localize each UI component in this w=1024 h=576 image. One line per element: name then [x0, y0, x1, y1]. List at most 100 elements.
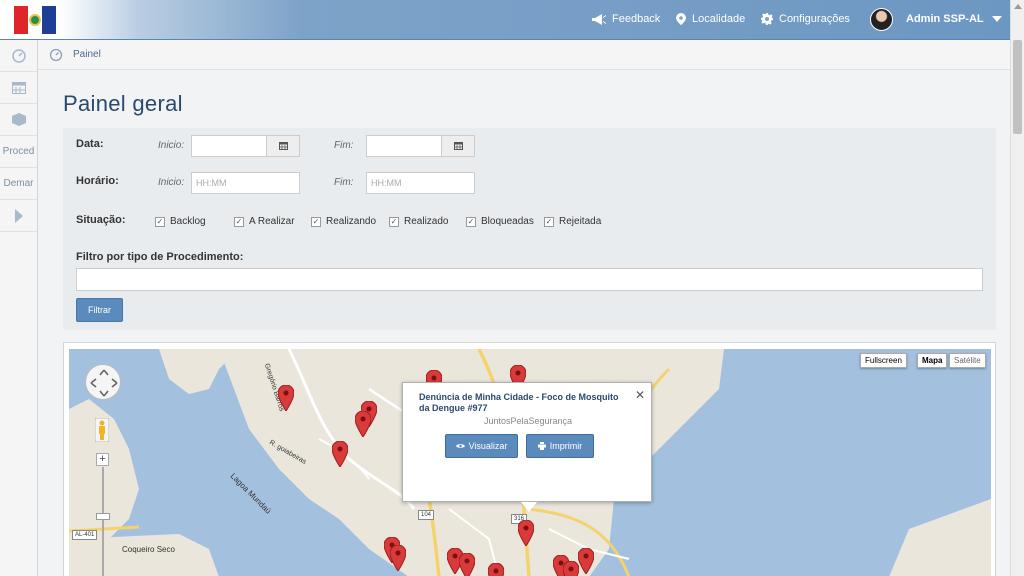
- checkbox-check-icon[interactable]: ✓: [466, 216, 476, 227]
- map-canvas[interactable]: Fullscreen Mapa Satélite + Lagoa Mundaú …: [69, 349, 991, 576]
- close-icon[interactable]: ✕: [635, 388, 645, 402]
- feedback-link[interactable]: Feedback: [592, 13, 660, 25]
- procedimento-input[interactable]: [76, 268, 983, 291]
- map-marker-icon[interactable]: [563, 561, 579, 576]
- map-pan-control[interactable]: [85, 364, 121, 400]
- checkbox-check-icon[interactable]: ✓: [311, 216, 321, 227]
- sidebar: Proced Demar: [0, 40, 38, 576]
- sidebar-item-demandas[interactable]: Demar: [0, 168, 37, 200]
- situacao-realizado-checkbox[interactable]: ✓ Realizado: [389, 216, 448, 227]
- localidade-label: Localidade: [692, 13, 746, 25]
- imprimir-button[interactable]: Imprimir: [526, 434, 594, 458]
- scroll-thumb[interactable]: [1013, 40, 1022, 134]
- mapa-button[interactable]: Mapa: [917, 353, 948, 368]
- popup-subtitle: JuntosPelaSegurança: [483, 416, 573, 426]
- data-inicio-input[interactable]: [191, 135, 267, 157]
- sidebar-item-calendar[interactable]: [0, 72, 37, 104]
- page-title: Painel geral: [63, 91, 183, 116]
- situacao-a-realizar-checkbox[interactable]: ✓ A Realizar: [234, 216, 295, 227]
- eye-icon: [455, 444, 465, 448]
- filtrar-button[interactable]: Filtrar: [76, 298, 123, 322]
- checkbox-check-icon[interactable]: ✓: [234, 216, 244, 227]
- box-icon: [11, 113, 26, 126]
- situacao-label: Situação:: [76, 214, 126, 226]
- top-navbar: Feedback Localidade Configurações Admin …: [0, 0, 1010, 40]
- road-badge-al401: AL-401: [72, 530, 98, 540]
- dashboard-icon: [11, 48, 26, 63]
- visualizar-button[interactable]: Visualizar: [445, 434, 518, 458]
- calendar-icon: [453, 142, 463, 150]
- map-marker-icon[interactable]: [518, 520, 534, 546]
- horario-inicio-input[interactable]: HH:MM: [191, 172, 300, 194]
- map-marker-icon[interactable]: [390, 545, 406, 571]
- zoom-in-button[interactable]: +: [96, 453, 109, 466]
- popup-title: Denúncia de Minha Cidade - Foco de Mosqu…: [419, 392, 619, 413]
- situacao-bloqueadas-checkbox[interactable]: ✓ Bloqueadas: [466, 216, 534, 227]
- imprimir-label: Imprimir: [549, 441, 583, 451]
- checkbox-check-icon[interactable]: ✓: [389, 216, 399, 227]
- filter-panel: Data: Inicio: Fim: Horário: Inicio: HH:M…: [63, 128, 996, 330]
- satelite-button[interactable]: Satélite: [949, 353, 986, 368]
- configuracoes-link[interactable]: Configurações: [761, 13, 850, 25]
- sidebar-item-dashboard[interactable]: [0, 40, 37, 72]
- map-marker-icon[interactable]: [578, 548, 594, 574]
- page-scrollbar[interactable]: [1010, 0, 1024, 576]
- sidebar-expand[interactable]: [0, 200, 37, 232]
- chevron-down-icon[interactable]: [992, 16, 1002, 22]
- checkbox-check-icon[interactable]: ✓: [155, 216, 165, 227]
- situacao-backlog-checkbox[interactable]: ✓ Backlog: [155, 216, 206, 227]
- expand-arrow-icon: [14, 208, 23, 223]
- situacao-option-label: A Realizar: [249, 216, 295, 227]
- map-pin-icon: [676, 13, 686, 25]
- calendar-icon: [11, 82, 26, 94]
- zoom-slider-thumb[interactable]: [96, 513, 110, 520]
- demand-label: Demar: [3, 178, 34, 189]
- map-marker-icon[interactable]: [459, 553, 475, 576]
- map-marker-icon[interactable]: [278, 385, 294, 411]
- data-inicio-calendar-button[interactable]: [266, 135, 300, 157]
- procedimento-label: Filtro por tipo de Procedimento:: [76, 251, 244, 263]
- data-inicio-label: Inicio:: [158, 140, 185, 151]
- situacao-realizando-checkbox[interactable]: ✓ Realizando: [311, 216, 376, 227]
- map-marker-icon[interactable]: [488, 563, 504, 576]
- situacao-rejeitada-checkbox[interactable]: ✓ Rejeitada: [544, 216, 601, 227]
- configuracoes-label: Configurações: [779, 13, 850, 25]
- situacao-option-label: Realizando: [326, 216, 377, 227]
- fullscreen-button[interactable]: Fullscreen: [860, 353, 907, 368]
- situacao-option-label: Backlog: [170, 216, 206, 227]
- localidade-link[interactable]: Localidade: [676, 13, 745, 25]
- situacao-option-label: Realizado: [404, 216, 449, 227]
- horario-fim-label: Fim:: [334, 177, 354, 188]
- scroll-up-icon[interactable]: [1014, 4, 1022, 9]
- zoom-slider[interactable]: [102, 467, 104, 576]
- data-fim-calendar-button[interactable]: [441, 135, 475, 157]
- checkbox-check-icon[interactable]: ✓: [544, 216, 554, 227]
- horario-fim-input[interactable]: HH:MM: [366, 172, 475, 194]
- sidebar-item-box[interactable]: [0, 104, 37, 136]
- horario-label: Horário:: [76, 175, 119, 187]
- dashboard-icon: [49, 48, 63, 61]
- map-marker-icon[interactable]: [355, 411, 371, 437]
- road-badge-104: 104: [418, 510, 435, 520]
- pegman-icon[interactable]: [95, 418, 109, 442]
- feedback-label: Feedback: [612, 13, 661, 25]
- sidebar-item-procedimentos[interactable]: Proced: [0, 136, 37, 168]
- gear-icon: [761, 13, 773, 25]
- data-label: Data:: [76, 138, 104, 150]
- user-name[interactable]: Admin SSP-AL: [906, 13, 984, 25]
- data-fim-label: Fim:: [334, 140, 354, 151]
- breadcrumb: Painel: [38, 40, 1010, 70]
- map-marker-icon[interactable]: [332, 441, 348, 467]
- megaphone-icon: [592, 13, 606, 25]
- popup-tail: [521, 502, 537, 512]
- marker-info-popup: Denúncia de Minha Cidade - Foco de Mosqu…: [402, 382, 652, 512]
- pan-arrows-icon: [90, 369, 118, 397]
- map-container: Fullscreen Mapa Satélite + Lagoa Mundaú …: [63, 342, 996, 576]
- data-fim-input[interactable]: [366, 135, 442, 157]
- user-avatar[interactable]: [870, 8, 893, 31]
- calendar-icon: [278, 142, 288, 150]
- breadcrumb-current[interactable]: Painel: [73, 49, 101, 60]
- horario-inicio-label: Inicio:: [158, 177, 185, 188]
- alagoas-flag-logo[interactable]: [14, 6, 56, 34]
- situacao-option-label: Rejeitada: [559, 216, 602, 227]
